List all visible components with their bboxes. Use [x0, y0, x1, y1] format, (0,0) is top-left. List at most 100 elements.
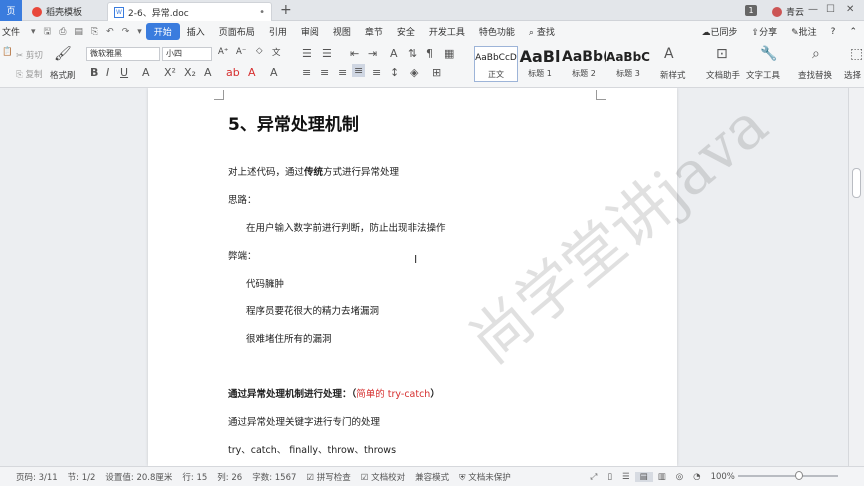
copy-button[interactable]: ⎘ 复制	[16, 68, 43, 80]
text-effect-icon[interactable]: A	[204, 66, 212, 79]
reading-mode-icon[interactable]: ▯	[602, 472, 617, 482]
decrease-indent-icon[interactable]: ⇤	[350, 47, 359, 60]
distributed-icon[interactable]: ≡	[372, 66, 381, 79]
collapse-ribbon-icon[interactable]: ⌃	[842, 27, 864, 37]
vertical-scrollbar[interactable]	[848, 88, 864, 466]
font-color-icon[interactable]: A	[248, 66, 256, 79]
bullet-list-icon[interactable]: ☰	[302, 47, 312, 60]
style-heading-2[interactable]: AaBb( 标题 2	[562, 46, 606, 82]
strikethrough-icon[interactable]: A	[142, 66, 150, 79]
print-layout-icon[interactable]: ▥	[653, 472, 671, 482]
fullscreen-icon[interactable]: ⤢	[586, 472, 603, 482]
document-area[interactable]: 尚学堂讲java 5、异常处理机制 对上述代码，通过传统方式进行异常处理 思路：…	[0, 88, 848, 466]
highlight-icon[interactable]: ab	[226, 66, 240, 79]
superscript-icon[interactable]: X²	[164, 66, 176, 79]
menu-developer[interactable]: 开发工具	[422, 25, 472, 38]
protection-button[interactable]: ⛨ 文档未保护	[454, 471, 516, 483]
tab-template[interactable]: 稻壳模板	[26, 2, 106, 21]
clear-format-icon[interactable]: ◇	[256, 46, 263, 56]
cut-button[interactable]: ✂ 剪切	[16, 49, 43, 61]
font-size-select[interactable]: 小四	[162, 47, 212, 61]
menu-features[interactable]: 特色功能	[472, 25, 522, 38]
menu-references[interactable]: 引用	[262, 25, 294, 38]
new-tab-icon[interactable]: +	[280, 2, 292, 18]
increase-indent-icon[interactable]: ⇥	[368, 47, 377, 60]
save-icon[interactable]: 🖫	[40, 24, 56, 40]
menu-search[interactable]: ⌕ 查找	[522, 25, 562, 38]
text-tool-icon[interactable]: 🔧	[760, 46, 777, 62]
find-replace-button[interactable]: 查找替换	[798, 69, 832, 81]
table-border-icon[interactable]: ▦	[444, 47, 454, 60]
doc-proof-button[interactable]: ☑ 文档校对	[356, 471, 410, 483]
menu-review[interactable]: 审阅	[294, 25, 326, 38]
justify-icon[interactable]: ≡	[352, 64, 366, 77]
text-tool-button[interactable]: 文字工具	[746, 69, 780, 81]
doc-helper-button[interactable]: 文档助手	[706, 69, 740, 81]
redo-icon[interactable]: ↷	[118, 27, 134, 37]
document-page[interactable]: 尚学堂讲java 5、异常处理机制 对上述代码，通过传统方式进行异常处理 思路：…	[148, 88, 781, 466]
zoom-slider-handle[interactable]	[795, 471, 803, 480]
format-painter-label[interactable]: 格式刷	[50, 69, 76, 81]
menu-insert[interactable]: 插入	[180, 25, 212, 38]
outline-view-icon[interactable]: ☰	[617, 472, 635, 482]
maximize-icon[interactable]: ☐	[826, 4, 835, 15]
user-account[interactable]: 青云	[772, 5, 804, 18]
select-icon[interactable]: ⬚	[850, 46, 863, 62]
print-preview-icon[interactable]: ⎙	[55, 27, 70, 37]
scrollbar-thumb[interactable]	[852, 168, 861, 198]
print-icon[interactable]: ▤	[70, 27, 87, 37]
file-dropdown-icon[interactable]: ▾	[27, 27, 40, 37]
line-spacing-icon[interactable]: ↕	[390, 66, 399, 79]
numbered-list-icon[interactable]: ☰	[322, 47, 332, 60]
comment-button[interactable]: ✎批注	[784, 25, 824, 38]
web-view-icon[interactable]: ◎	[671, 472, 688, 482]
shading-icon[interactable]: ◈	[410, 66, 418, 79]
select-button[interactable]: 选择	[844, 69, 861, 81]
new-style-icon[interactable]: A	[664, 46, 674, 62]
style-heading-1[interactable]: AaBl 标题 1	[518, 46, 562, 82]
close-tab-icon[interactable]: •	[259, 7, 265, 18]
style-normal[interactable]: AaBbCcD 正文	[474, 46, 518, 82]
spell-check-button[interactable]: ☑ 拼写检查	[301, 471, 355, 483]
help-icon[interactable]: ?	[824, 27, 843, 37]
char-shading-icon[interactable]: A	[270, 66, 278, 79]
menu-chapter[interactable]: 章节	[358, 25, 390, 38]
bold-icon[interactable]: B	[90, 66, 98, 79]
menu-home[interactable]: 开始	[145, 23, 180, 40]
borders-icon[interactable]: ⊞	[432, 66, 441, 79]
menu-security[interactable]: 安全	[390, 25, 422, 38]
style-heading-3[interactable]: AaBbC 标题 3	[606, 46, 650, 82]
share-button[interactable]: ⇪分享	[745, 25, 785, 38]
minimize-icon[interactable]: —	[808, 4, 818, 15]
italic-icon[interactable]: I	[106, 66, 109, 79]
menu-page-layout[interactable]: 页面布局	[212, 25, 262, 38]
align-left-icon[interactable]: ≡	[302, 66, 311, 79]
window-count-badge[interactable]: 1	[745, 5, 757, 16]
doc-helper-icon[interactable]: ⊡	[716, 46, 728, 62]
zoom-slider[interactable]	[738, 475, 838, 477]
sort-icon[interactable]: ⇅	[408, 47, 417, 60]
font-family-select[interactable]: 微软雅黑	[86, 47, 160, 61]
tab-document[interactable]: W 2-6、异常.doc •	[107, 2, 272, 21]
paste-icon[interactable]: 📋	[2, 47, 13, 57]
new-style-button[interactable]: 新样式	[660, 69, 686, 81]
align-right-icon[interactable]: ≡	[338, 66, 347, 79]
undo-icon[interactable]: ↶	[102, 27, 118, 37]
subscript-icon[interactable]: X₂	[184, 66, 196, 79]
menu-view[interactable]: 视图	[326, 25, 358, 38]
customize-qa-icon[interactable]: ▾	[133, 27, 146, 37]
align-center-icon[interactable]: ≡	[320, 66, 329, 79]
phonetic-icon[interactable]: 文	[272, 46, 281, 58]
grow-font-icon[interactable]: A⁺	[218, 47, 228, 57]
show-marks-icon[interactable]: ¶	[426, 47, 433, 60]
sync-status[interactable]: ☁已同步	[695, 25, 745, 38]
page-view-icon[interactable]: ▤	[634, 471, 653, 482]
menu-file[interactable]: 文件	[0, 25, 27, 38]
tab-home[interactable]: 页	[0, 0, 22, 21]
export-icon[interactable]: ⎘	[87, 27, 102, 37]
word-count[interactable]: 字数: 1567	[247, 471, 301, 483]
close-window-icon[interactable]: ✕	[846, 4, 854, 15]
zoom-level[interactable]: 100%	[706, 472, 740, 482]
underline-icon[interactable]: U	[120, 66, 128, 79]
page-number[interactable]: 页码: 3/11	[0, 471, 63, 483]
